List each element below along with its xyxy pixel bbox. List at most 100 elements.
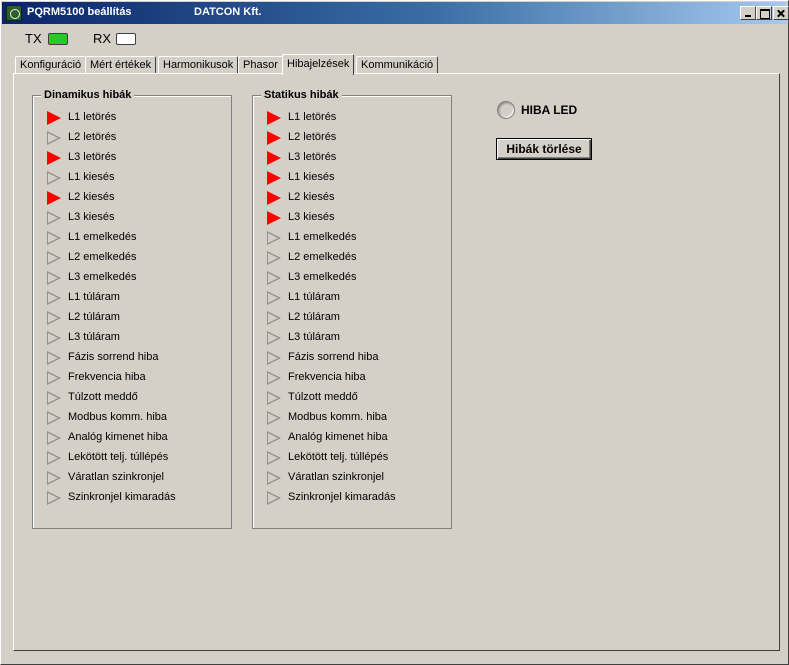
tab-konfiguracio[interactable]: Konfiguráció xyxy=(15,56,87,74)
fault-active-icon xyxy=(267,131,281,145)
maximize-button[interactable] xyxy=(756,6,772,20)
dynamic-fault-label: L2 emelkedés xyxy=(68,251,137,263)
dynamic-fault-label: L2 kiesés xyxy=(68,191,115,203)
fault-inactive-icon xyxy=(47,131,61,145)
dynamic-fault-row: L1 kiesés xyxy=(47,168,227,188)
fault-inactive-icon xyxy=(47,391,61,405)
main-window: PQRM5100 beállítás DATCON Kft. TX RX Kon… xyxy=(0,0,789,665)
dynamic-fault-row: L1 letörés xyxy=(47,108,227,128)
fault-inactive-icon xyxy=(267,371,281,385)
fault-inactive-icon xyxy=(267,351,281,365)
fault-inactive-icon xyxy=(267,231,281,245)
static-fault-row: Túlzott meddő xyxy=(267,388,447,408)
fault-active-icon xyxy=(267,111,281,125)
static-fault-label: Frekvencia hiba xyxy=(288,371,366,383)
dynamic-fault-row: Szinkronjel kimaradás xyxy=(47,488,227,508)
clear-faults-button[interactable]: Hibák törlése xyxy=(496,138,592,160)
dynamic-fault-label: Fázis sorrend hiba xyxy=(68,351,159,363)
minimize-button[interactable] xyxy=(740,6,756,20)
fault-active-icon xyxy=(47,151,61,165)
static-fault-row: L2 emelkedés xyxy=(267,248,447,268)
dynamic-faults-title: Dinamikus hibák xyxy=(41,89,135,101)
fault-active-icon xyxy=(267,171,281,185)
fault-active-icon xyxy=(267,191,281,205)
fault-inactive-icon xyxy=(267,271,281,285)
fault-active-icon xyxy=(47,111,61,125)
fault-inactive-icon xyxy=(47,351,61,365)
static-fault-label: L2 emelkedés xyxy=(288,251,357,263)
static-fault-row: L3 letörés xyxy=(267,148,447,168)
tx-label: TX xyxy=(25,31,42,46)
dynamic-fault-label: Szinkronjel kimaradás xyxy=(68,491,176,503)
dynamic-fault-row: Modbus komm. hiba xyxy=(47,408,227,428)
dynamic-fault-label: L2 túláram xyxy=(68,311,120,323)
hiba-led-indicator xyxy=(497,101,515,119)
fault-inactive-icon xyxy=(47,311,61,325)
dynamic-fault-row: Túlzott meddő xyxy=(47,388,227,408)
dynamic-fault-row: Frekvencia hiba xyxy=(47,368,227,388)
dynamic-faults-group: Dinamikus hibák L1 letörés L2 letörés L3 l… xyxy=(32,89,232,529)
dynamic-fault-row: Lekötött telj. túllépés xyxy=(47,448,227,468)
static-fault-label: L1 letörés xyxy=(288,111,337,123)
fault-inactive-icon xyxy=(267,451,281,465)
static-fault-row: Frekvencia hiba xyxy=(267,368,447,388)
fault-inactive-icon xyxy=(47,291,61,305)
fault-inactive-icon xyxy=(47,251,61,265)
static-fault-label: L2 letörés xyxy=(288,131,337,143)
tab-harmonikusok[interactable]: Harmonikusok xyxy=(158,56,239,74)
dynamic-fault-label: L3 túláram xyxy=(68,331,120,343)
static-fault-label: Túlzott meddő xyxy=(288,391,358,403)
tab-hibajelzesek[interactable]: Hibajelzések xyxy=(282,54,355,75)
fault-inactive-icon xyxy=(47,471,61,485)
fault-active-icon xyxy=(47,191,61,205)
dynamic-fault-row: L2 túláram xyxy=(47,308,227,328)
dynamic-fault-label: L2 letörés xyxy=(68,131,117,143)
dynamic-fault-row: L3 kiesés xyxy=(47,208,227,228)
dynamic-fault-label: Frekvencia hiba xyxy=(68,371,146,383)
dynamic-fault-row: L1 emelkedés xyxy=(47,228,227,248)
static-fault-row: L2 kiesés xyxy=(267,188,447,208)
fault-inactive-icon xyxy=(267,471,281,485)
fault-active-icon xyxy=(267,151,281,165)
hiba-led-label: HIBA LED xyxy=(521,103,578,117)
dynamic-fault-label: L1 kiesés xyxy=(68,171,115,183)
title-bar[interactable]: PQRM5100 beállítás DATCON Kft. xyxy=(2,2,789,24)
static-fault-label: Modbus komm. hiba xyxy=(288,411,388,423)
fault-inactive-icon xyxy=(267,411,281,425)
static-fault-label: L1 emelkedés xyxy=(288,231,357,243)
dynamic-fault-row: L3 emelkedés xyxy=(47,268,227,288)
static-fault-label: L2 túláram xyxy=(288,311,340,323)
fault-inactive-icon xyxy=(47,491,61,505)
fault-inactive-icon xyxy=(267,491,281,505)
static-fault-row: L1 túláram xyxy=(267,288,447,308)
static-fault-row: L1 kiesés xyxy=(267,168,447,188)
static-fault-row: L1 letörés xyxy=(267,108,447,128)
static-fault-row: L3 kiesés xyxy=(267,208,447,228)
static-fault-label: L1 kiesés xyxy=(288,171,335,183)
tab-phasor[interactable]: Phasor xyxy=(238,56,283,74)
fault-inactive-icon xyxy=(267,331,281,345)
close-button[interactable] xyxy=(773,6,789,20)
static-fault-row: Modbus komm. hiba xyxy=(267,408,447,428)
dynamic-fault-row: Váratlan szinkronjel xyxy=(47,468,227,488)
static-fault-label: L2 kiesés xyxy=(288,191,335,203)
fault-inactive-icon xyxy=(267,391,281,405)
static-fault-label: Analóg kimenet hiba xyxy=(288,431,388,443)
dynamic-fault-row: L2 kiesés xyxy=(47,188,227,208)
fault-inactive-icon xyxy=(47,331,61,345)
static-fault-label: Szinkronjel kimaradás xyxy=(288,491,396,503)
fault-inactive-icon xyxy=(47,171,61,185)
company-name: DATCON Kft. xyxy=(194,6,262,18)
dynamic-fault-label: Túlzott meddő xyxy=(68,391,138,403)
static-fault-label: L3 letörés xyxy=(288,151,337,163)
fault-inactive-icon xyxy=(267,251,281,265)
static-fault-label: Fázis sorrend hiba xyxy=(288,351,379,363)
tab-mert-ertekek[interactable]: Mért értékek xyxy=(85,56,157,74)
dynamic-fault-label: L3 emelkedés xyxy=(68,271,137,283)
tab-kommunikacio[interactable]: Kommunikáció xyxy=(356,56,439,74)
static-fault-row: L3 emelkedés xyxy=(267,268,447,288)
static-fault-row: L3 túláram xyxy=(267,328,447,348)
dynamic-fault-label: Váratlan szinkronjel xyxy=(68,471,164,483)
static-fault-row: L2 túláram xyxy=(267,308,447,328)
dynamic-fault-label: L1 túláram xyxy=(68,291,120,303)
